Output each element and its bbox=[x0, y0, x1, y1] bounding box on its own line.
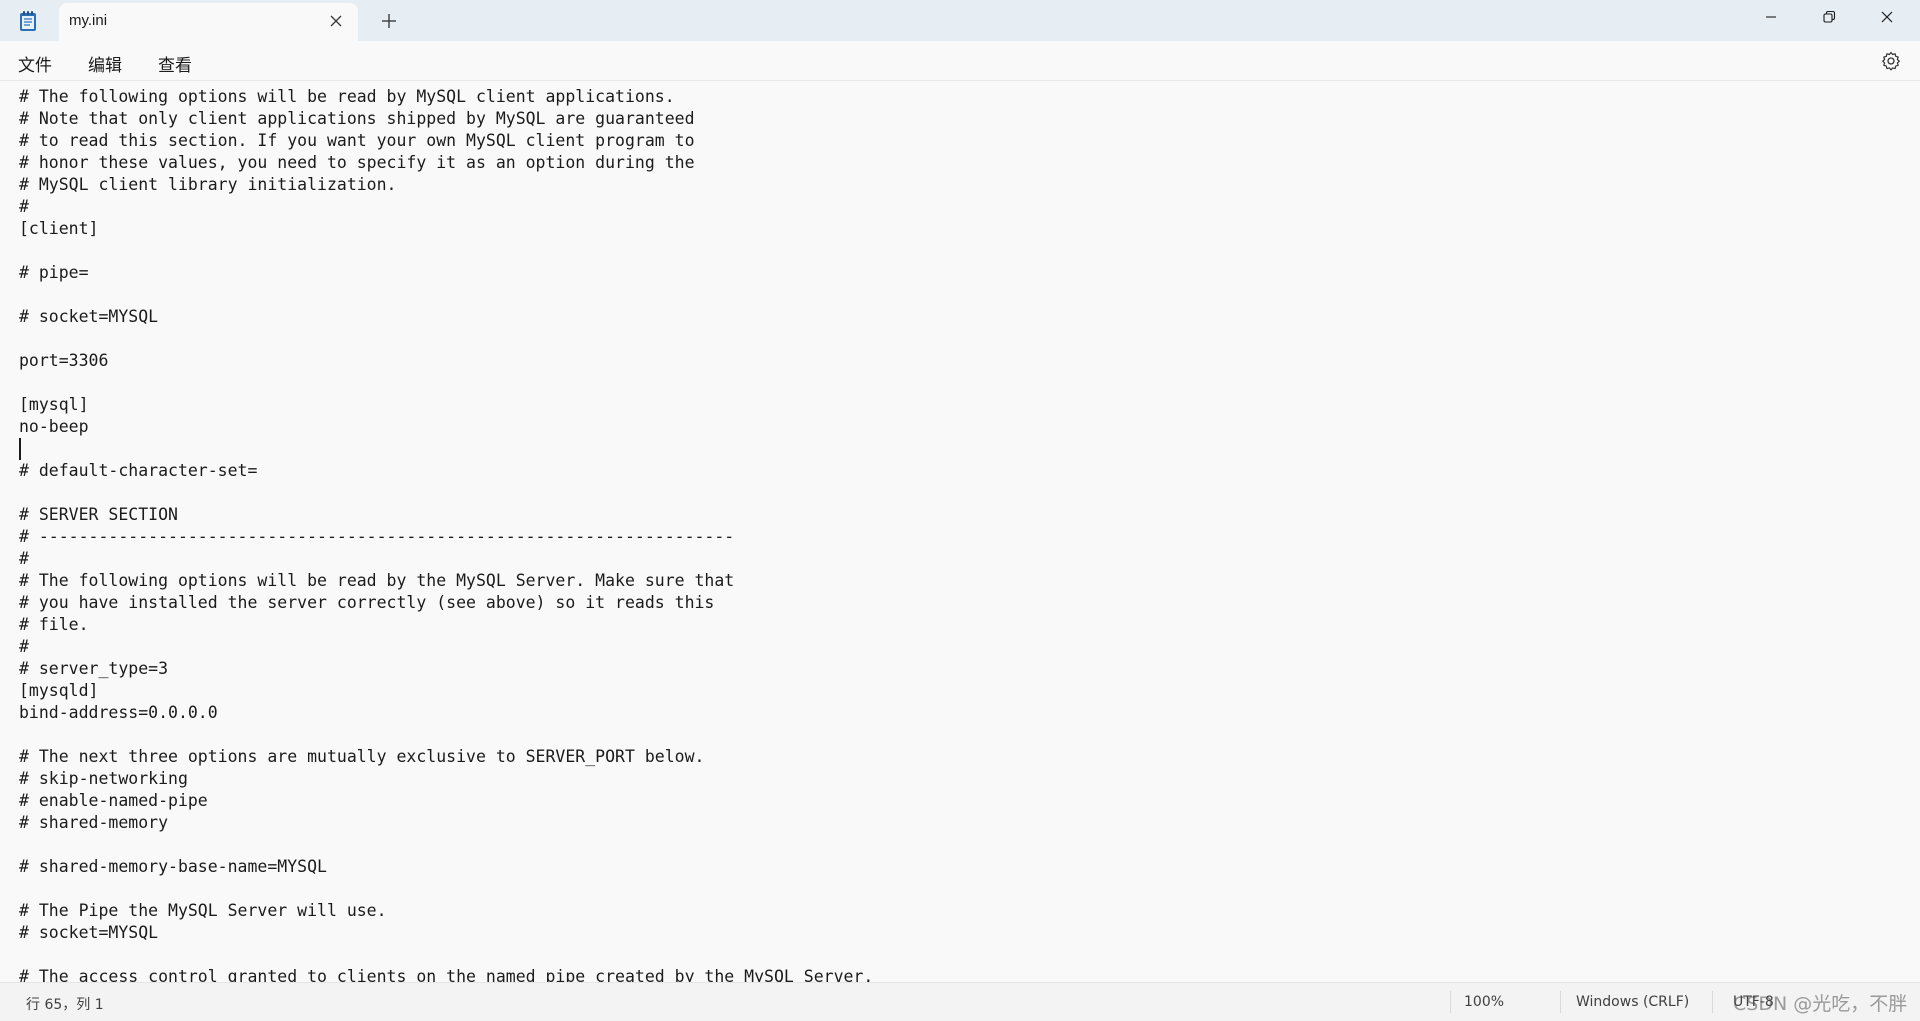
code-line[interactable]: # socket=MYSQL bbox=[19, 306, 873, 328]
code-line[interactable]: # bbox=[19, 636, 873, 658]
code-line[interactable]: no-beep bbox=[19, 416, 873, 438]
code-line[interactable]: # file. bbox=[19, 614, 873, 636]
code-line[interactable] bbox=[19, 482, 873, 504]
menu-bar: 文件 编辑 查看 bbox=[0, 41, 1920, 81]
restore-button[interactable] bbox=[1800, 0, 1858, 36]
code-line[interactable] bbox=[19, 328, 873, 350]
status-divider bbox=[1450, 991, 1451, 1013]
cursor-position[interactable]: 行 65，列 1 bbox=[26, 994, 104, 1014]
title-bar: my.ini bbox=[0, 0, 1920, 41]
close-icon[interactable] bbox=[328, 13, 344, 29]
code-line[interactable] bbox=[19, 240, 873, 262]
code-line[interactable] bbox=[19, 724, 873, 746]
code-line[interactable]: # to read this section. If you want your… bbox=[19, 130, 873, 152]
line-ending[interactable]: Windows (CRLF) bbox=[1576, 994, 1689, 1010]
menu-edit[interactable]: 编辑 bbox=[84, 49, 126, 78]
tab-title: my.ini bbox=[69, 12, 108, 29]
code-line[interactable]: # default-character-set= bbox=[19, 460, 873, 482]
plus-icon[interactable] bbox=[378, 10, 400, 32]
code-line[interactable]: # The following options will be read by … bbox=[19, 570, 873, 592]
code-line[interactable] bbox=[19, 878, 873, 900]
code-line[interactable] bbox=[19, 372, 873, 394]
code-line[interactable] bbox=[19, 438, 873, 460]
status-bar: 行 65，列 1 100% Windows (CRLF) UTF-8 CSDN … bbox=[0, 982, 1920, 1021]
code-line[interactable] bbox=[19, 944, 873, 966]
code-line[interactable]: # socket=MYSQL bbox=[19, 922, 873, 944]
code-line[interactable]: # pipe= bbox=[19, 262, 873, 284]
code-line[interactable]: [mysql] bbox=[19, 394, 873, 416]
editor-content[interactable]: # The following options will be read by … bbox=[19, 86, 873, 982]
code-line[interactable]: # The next three options are mutually ex… bbox=[19, 746, 873, 768]
code-line[interactable]: [client] bbox=[19, 218, 873, 240]
code-line[interactable]: # MySQL client library initialization. bbox=[19, 174, 873, 196]
code-line[interactable]: # bbox=[19, 196, 873, 218]
code-line[interactable]: # skip-networking bbox=[19, 768, 873, 790]
gear-icon[interactable] bbox=[1880, 50, 1902, 72]
minimize-icon bbox=[1764, 9, 1778, 28]
notepad-window: my.ini 文件 编辑 查看 # The following options … bbox=[0, 0, 1920, 1021]
zoom-level[interactable]: 100% bbox=[1464, 994, 1504, 1010]
minimize-button[interactable] bbox=[1742, 0, 1800, 36]
code-line[interactable] bbox=[19, 284, 873, 306]
close-icon bbox=[1880, 9, 1894, 28]
text-caret bbox=[19, 438, 21, 460]
code-line[interactable]: [mysqld] bbox=[19, 680, 873, 702]
code-line[interactable]: # shared-memory-base-name=MYSQL bbox=[19, 856, 873, 878]
code-line[interactable]: # enable-named-pipe bbox=[19, 790, 873, 812]
code-line[interactable] bbox=[19, 834, 873, 856]
code-line[interactable]: # server_type=3 bbox=[19, 658, 873, 680]
status-divider bbox=[1712, 991, 1713, 1013]
restore-icon bbox=[1822, 9, 1836, 28]
text-editor[interactable]: # The following options will be read by … bbox=[0, 82, 1920, 982]
code-line[interactable]: port=3306 bbox=[19, 350, 873, 372]
code-line[interactable]: # SERVER SECTION bbox=[19, 504, 873, 526]
window-close-button[interactable] bbox=[1858, 0, 1916, 36]
code-line[interactable]: # --------------------------------------… bbox=[19, 526, 873, 548]
code-line[interactable]: bind-address=0.0.0.0 bbox=[19, 702, 873, 724]
tab-my-ini[interactable]: my.ini bbox=[59, 3, 358, 41]
code-line[interactable]: # honor these values, you need to specif… bbox=[19, 152, 873, 174]
menu-view[interactable]: 查看 bbox=[154, 49, 196, 78]
code-line[interactable]: # bbox=[19, 548, 873, 570]
status-divider bbox=[1560, 991, 1561, 1013]
code-line[interactable]: # Note that only client applications shi… bbox=[19, 108, 873, 130]
code-line[interactable]: # The access control granted to clients … bbox=[19, 966, 873, 982]
code-line[interactable]: # shared-memory bbox=[19, 812, 873, 834]
notepad-icon bbox=[19, 10, 37, 32]
code-line[interactable]: # The Pipe the MySQL Server will use. bbox=[19, 900, 873, 922]
watermark: CSDN @光吃，不胖 bbox=[1733, 993, 1908, 1015]
code-line[interactable]: # you have installed the server correctl… bbox=[19, 592, 873, 614]
code-line[interactable]: # The following options will be read by … bbox=[19, 86, 873, 108]
menu-file[interactable]: 文件 bbox=[14, 49, 56, 78]
